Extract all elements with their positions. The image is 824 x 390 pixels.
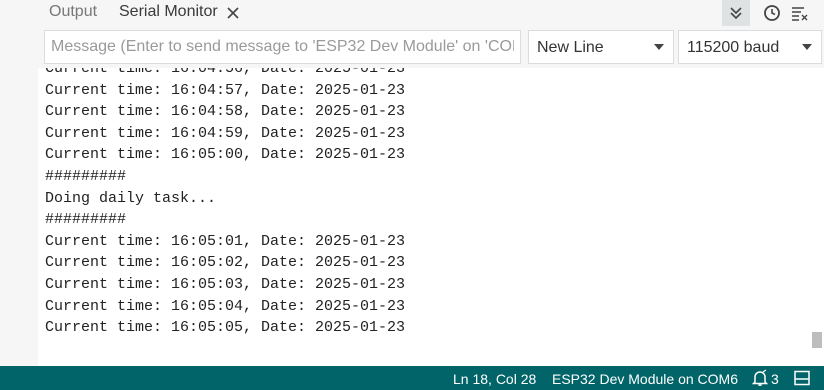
panel-tab-bar: Output Serial Monitor — [38, 0, 824, 26]
close-icon[interactable] — [226, 4, 240, 20]
cursor-position[interactable]: Ln 18, Col 28 — [453, 371, 536, 387]
status-bar: Ln 18, Col 28 ESP32 Dev Module on COM6 3 — [0, 366, 824, 390]
left-gutter — [0, 0, 38, 366]
output-line: Current time: 16:05:04, Date: 2025-01-23 — [45, 297, 406, 315]
serial-output-lines: Current time: 16:04:56, Date: 2025-01-23… — [45, 68, 406, 339]
output-line: Current time: 16:05:03, Date: 2025-01-23 — [45, 275, 406, 293]
output-line: Current time: 16:05:05, Date: 2025-01-23 — [45, 319, 406, 337]
baud-rate-value: 115200 baud — [687, 39, 780, 56]
serial-output[interactable]: Current time: 16:04:56, Date: 2025-01-23… — [38, 68, 824, 366]
panel-toggle-icon[interactable] — [794, 370, 810, 386]
line-ending-select[interactable]: New Line — [528, 30, 674, 64]
output-line: Current time: 16:05:02, Date: 2025-01-23 — [45, 254, 406, 272]
chevron-down-icon — [802, 44, 812, 50]
clear-output-icon[interactable] — [786, 0, 814, 26]
output-line: Current time: 16:04:56, Date: 2025-01-23 — [45, 68, 406, 77]
output-line: ######### — [45, 211, 127, 229]
tab-output[interactable]: Output — [49, 3, 97, 21]
output-line: Current time: 16:04:58, Date: 2025-01-23 — [45, 103, 406, 121]
scrollbar-thumb[interactable] — [812, 332, 822, 348]
tab-serial-monitor[interactable]: Serial Monitor — [119, 3, 218, 21]
notification-count: 3 — [771, 371, 779, 387]
clock-icon[interactable] — [758, 0, 786, 26]
output-line: Current time: 16:04:59, Date: 2025-01-23 — [45, 124, 406, 142]
output-line: Current time: 16:05:01, Date: 2025-01-23 — [45, 232, 406, 250]
output-line: ######### — [45, 167, 127, 185]
output-line: Doing daily task... — [45, 189, 217, 207]
message-input[interactable] — [44, 30, 521, 64]
output-line: Current time: 16:05:00, Date: 2025-01-23 — [45, 146, 406, 164]
serial-toolbar: New Line 115200 baud — [38, 26, 824, 68]
line-ending-value: New Line — [537, 39, 604, 56]
double-chevron-down-icon[interactable] — [722, 0, 750, 26]
baud-rate-select[interactable]: 115200 baud — [678, 30, 822, 64]
output-line: Current time: 16:04:57, Date: 2025-01-23 — [45, 81, 406, 99]
board-port-status[interactable]: ESP32 Dev Module on COM6 — [552, 371, 738, 387]
bell-icon[interactable] — [751, 369, 769, 387]
chevron-down-icon — [654, 44, 664, 50]
